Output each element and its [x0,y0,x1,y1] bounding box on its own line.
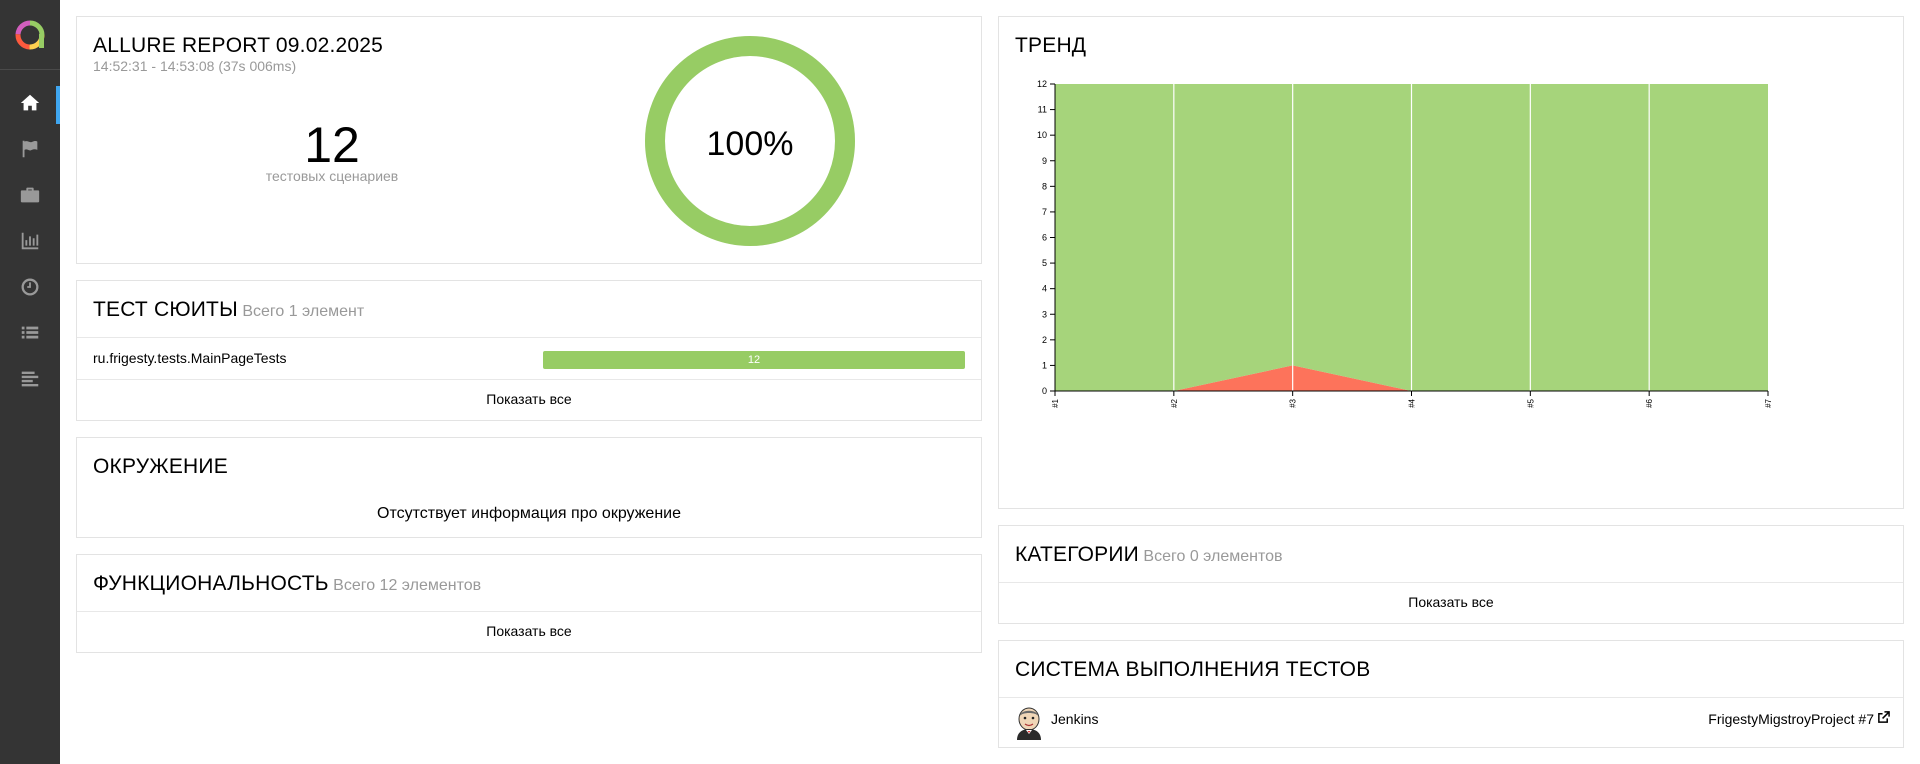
suite-count: 12 [747,354,761,366]
executor-name: Jenkins [1051,711,1099,727]
trend-x-tick-label: #5 [1526,398,1535,407]
nav-overview[interactable] [0,82,60,128]
bar-chart-icon [19,230,41,257]
features-widget: ФУНКЦИОНАЛЬНОСТЬ Всего 12 элементов Пока… [76,554,982,653]
executor-row: Jenkins FrigestyMigstroyProject #7 [999,698,1903,748]
report-title: ALLURE REPORT 09.02.2025 [93,34,384,57]
executors-widget: СИСТЕМА ВЫПОЛНЕНИЯ ТЕСТОВ Jenkins Friges… [998,640,1904,748]
sidebar [0,0,60,764]
trend-y-tick-label: 6 [1042,233,1047,243]
trend-x-tick-label: #2 [1170,398,1179,407]
categories-widget: КАТЕГОРИИ Всего 0 элементов Показать все [998,525,1904,624]
features-subtitle: Всего 12 элементов [333,577,482,594]
trend-y-tick-label: 1 [1042,360,1047,370]
suite-row[interactable]: ru.frigesty.tests.MainPageTests 12 [77,338,981,379]
trend-x-tick-label: #3 [1289,398,1298,407]
jenkins-icon [1014,706,1044,745]
home-icon [19,92,41,119]
trend-chart: 0123456789101112#1 #2 #3 #4 #5 #6 #7 [1037,79,1773,408]
summary-widget: ALLURE REPORT 09.02.2025 14:52:31 - 14:5… [76,16,982,264]
trend-x-tick-label: #7 [1764,398,1773,407]
suites-header: ТЕСТ СЮИТЫ Всего 1 элемент [93,298,364,322]
nav-categories[interactable] [0,128,60,174]
executors-title: СИСТЕМА ВЫПОЛНЕНИЯ ТЕСТОВ [1015,658,1371,681]
success-rate-percent: 100% [706,125,794,163]
trend-y-tick-label: 5 [1042,258,1047,268]
trend-y-tick-label: 3 [1042,309,1047,319]
features-title: ФУНКЦИОНАЛЬНОСТЬ [93,572,329,595]
categories-title: КАТЕГОРИИ [1015,543,1139,566]
suite-passed-segment: 12 [543,351,965,369]
timeline-icon [19,368,41,395]
clock-icon [19,276,41,303]
trend-y-tick-label: 10 [1037,130,1047,140]
environment-widget: ОКРУЖЕНИЕ Отсутствует информация про окр… [76,437,982,538]
trend-widget: ТРЕНД 0 1 2 3 4 5 6 7 8 9 10 11 12 #1 #2 #3 #4 #5 #6 #7 [998,16,1904,509]
categories-show-all-link[interactable]: Показать все [999,594,1903,610]
nav-behaviors[interactable] [0,312,60,358]
report-time-range: 14:52:31 - 14:53:08 (37s 006ms) [93,58,297,74]
briefcase-icon [19,184,41,211]
suite-status-bar: 12 [543,351,965,369]
test-count-label: тестовых сценариев [265,168,399,184]
allure-logo-icon[interactable] [0,0,60,70]
nav-packages[interactable] [0,358,60,404]
suites-title: ТЕСТ СЮИТЫ [93,298,238,321]
trend-y-tick-label: 12 [1037,79,1047,89]
test-count: 12 [304,117,360,173]
suites-subtitle: Всего 1 элемент [242,303,365,320]
trend-x-tick-label: #1 [1051,398,1060,407]
trend-x-tick-label: #6 [1645,398,1654,407]
trend-title: ТРЕНД [1015,34,1087,57]
trend-y-tick-label: 9 [1042,156,1047,166]
trend-y-tick-label: 4 [1042,284,1047,294]
nav-graphs[interactable] [0,220,60,266]
nav-timeline[interactable] [0,266,60,312]
external-link-icon [1877,711,1890,727]
suites-show-all-link[interactable]: Показать все [77,391,981,407]
trend-y-tick-label: 7 [1042,207,1047,217]
trend-y-tick-label: 0 [1042,386,1047,396]
suite-name: ru.frigesty.tests.MainPageTests [93,350,287,366]
categories-subtitle: Всего 0 элементов [1143,548,1283,565]
flag-icon [19,138,41,165]
categories-header: КАТЕГОРИИ Всего 0 элементов [1015,543,1283,567]
executor-build-label: FrigestyMigstroyProject #7 [1708,711,1874,727]
trend-x-tick-label: #4 [1408,398,1417,407]
environment-empty-text: Отсутствует информация про окружение [377,505,681,522]
features-show-all-link[interactable]: Показать все [77,623,981,639]
list-icon [19,322,41,349]
environment-title: ОКРУЖЕНИЕ [93,455,228,478]
trend-y-tick-label: 8 [1042,181,1047,191]
features-header: ФУНКЦИОНАЛЬНОСТЬ Всего 12 элементов [93,572,481,596]
executor-build-link[interactable]: FrigestyMigstroyProject #7 [1708,711,1890,727]
trend-y-tick-label: 11 [1038,105,1047,115]
nav-suites[interactable] [0,174,60,220]
trend-y-tick-label: 2 [1042,335,1047,345]
suites-widget: ТЕСТ СЮИТЫ Всего 1 элемент ru.frigesty.t… [76,280,982,421]
